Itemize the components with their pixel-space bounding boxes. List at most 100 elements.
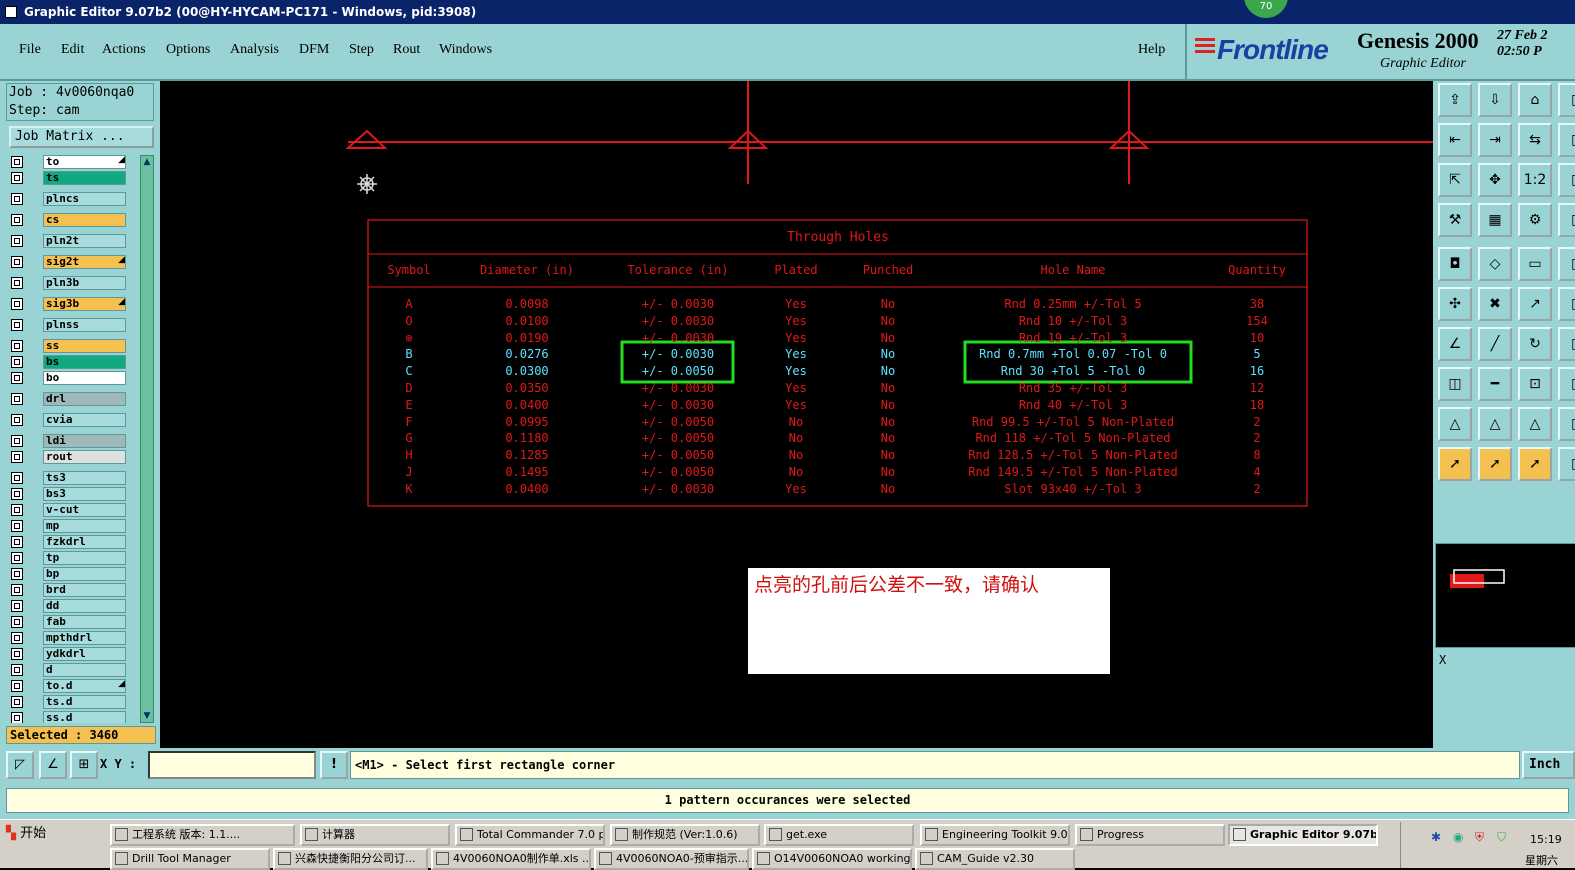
connect-icon[interactable]: ✣ [1438,287,1472,321]
layer-name[interactable]: ldi [43,434,126,448]
layer-row[interactable]: ts [8,171,128,185]
snap-box-icon[interactable]: ⊡ [1518,367,1552,401]
layer-name[interactable]: bp [43,567,126,581]
frame-icon[interactable]: ▯ [1558,163,1575,197]
layer-checkbox[interactable] [11,632,23,644]
layer-checkbox[interactable] [11,451,23,463]
taskbar-button[interactable]: 工程系统 版本: 1.1.... [110,824,295,846]
layer-name[interactable]: sig3b [43,297,126,311]
layer-name[interactable]: to [43,155,126,169]
grid-icon[interactable]: ⊞ [70,751,98,779]
pad-icon[interactable]: ◘ [1438,247,1472,281]
network-icon[interactable]: ◉ [1453,830,1463,844]
layer-name[interactable]: d [43,663,126,677]
layer-row[interactable]: v-cut [8,503,128,517]
layer-checkbox[interactable] [11,664,23,676]
layer-row[interactable]: cvia [8,413,128,427]
units-button[interactable]: Inch [1522,751,1575,779]
triangle-icon[interactable]: △ [1438,407,1472,441]
layer-row[interactable]: tp [8,551,128,565]
layer-checkbox[interactable] [11,472,23,484]
menu-actions[interactable]: Actions [102,42,146,58]
layer-checkbox[interactable] [11,568,23,580]
layer-name[interactable]: ts [43,171,126,185]
layer-checkbox[interactable] [11,256,23,268]
center-icon[interactable]: ✥ [1478,163,1512,197]
layer-name[interactable]: mpthdrl [43,631,126,645]
menu-rout[interactable]: Rout [393,42,420,58]
layer-name[interactable]: to.d [43,679,126,693]
taskbar-button[interactable]: Total Commander 7.0 p... [455,824,605,846]
taskbar-button[interactable]: Graphic Editor 9.07b... [1228,824,1378,846]
frame-icon[interactable]: ▯ [1558,327,1575,361]
layer-row[interactable]: mpthdrl [8,631,128,645]
layer-checkbox[interactable] [11,193,23,205]
layer-name[interactable]: fzkdrl [43,535,126,549]
layer-name[interactable]: plnss [43,318,126,332]
frame-icon[interactable]: ▯ [1558,123,1575,157]
layer-name[interactable]: tp [43,551,126,565]
shield-icon[interactable]: ⛉ [1497,830,1506,845]
layer-name[interactable]: drl [43,392,126,406]
layer-row[interactable]: ts.d [8,695,128,709]
bluetooth-icon[interactable]: ✱ [1431,830,1441,844]
layer-row[interactable]: rout [8,450,128,464]
frame-icon[interactable]: ▯ [1558,203,1575,237]
taskbar-button[interactable]: Progress [1075,824,1225,846]
menu-help[interactable]: Help [1138,42,1165,58]
layer-row[interactable]: cs [8,213,128,227]
select-box-icon[interactable]: ◫ [1438,367,1472,401]
layer-name[interactable]: ydkdrl [43,647,126,661]
layer-row[interactable]: sig2t ◢ [8,255,128,269]
layer-checkbox[interactable] [11,340,23,352]
layer-checkbox[interactable] [11,435,23,447]
measure-tool-icon[interactable]: ⚒ [1438,203,1472,237]
pointer-icon[interactable]: ➚ [1438,447,1472,481]
pointer-icon[interactable]: ➚ [1518,447,1552,481]
layer-row[interactable]: bs [8,355,128,369]
layer-checkbox[interactable] [11,156,23,168]
layer-name[interactable]: brd [43,583,126,597]
taskbar-button[interactable]: Engineering Toolkit 9.0... [920,824,1070,846]
layer-checkbox[interactable] [11,298,23,310]
frame-icon[interactable]: ▯ [1558,407,1575,441]
trim-icon[interactable]: ━ [1478,367,1512,401]
layer-checkbox[interactable] [11,488,23,500]
taskbar-button[interactable]: 制作规范 (Ver:1.0.6) [610,824,760,846]
layer-row[interactable]: plncs [8,192,128,206]
frame-icon[interactable]: ▯ [1558,367,1575,401]
layer-row[interactable]: ldi [8,434,128,448]
ruler-icon[interactable]: ▭ [1518,247,1552,281]
layer-row[interactable]: bs3 [8,487,128,501]
scroll-up-icon[interactable]: ▲ [142,157,152,167]
menu-dfm[interactable]: DFM [299,42,329,58]
layer-name[interactable]: rout [43,450,126,464]
menu-file[interactable]: File [19,42,41,58]
taskbar-button[interactable]: get.exe [764,824,914,846]
line-icon[interactable]: ╱ [1478,327,1512,361]
layer-name[interactable]: pln3b [43,276,126,290]
layer-checkbox[interactable] [11,277,23,289]
layer-row[interactable]: to.d ◢ [8,679,128,693]
triangle-icon[interactable]: △ [1518,407,1552,441]
layer-checkbox[interactable] [11,504,23,516]
menu-edit[interactable]: Edit [61,42,84,58]
layer-name[interactable]: mp [43,519,126,533]
security-icon[interactable]: ⛨ [1475,830,1484,845]
layer-row[interactable]: brd [8,583,128,597]
layer-checkbox[interactable] [11,648,23,660]
zoom-home-icon[interactable]: ⇪ [1438,83,1472,117]
layer-checkbox[interactable] [11,393,23,405]
layer-row[interactable]: bp [8,567,128,581]
layer-name[interactable]: fab [43,615,126,629]
menu-windows[interactable]: Windows [439,42,492,58]
layer-scrollbar[interactable]: ▲ ▼ [140,155,154,723]
layer-checkbox[interactable] [11,214,23,226]
swap-icon[interactable]: ⇆ [1518,123,1552,157]
layer-row[interactable]: pln2t [8,234,128,248]
triangle-icon[interactable]: △ [1478,407,1512,441]
layer-row[interactable]: bo [8,371,128,385]
start-button[interactable]: ▚ 开始 [2,823,56,845]
layer-row[interactable]: fzkdrl [8,535,128,549]
layer-name[interactable]: bo [43,371,126,385]
